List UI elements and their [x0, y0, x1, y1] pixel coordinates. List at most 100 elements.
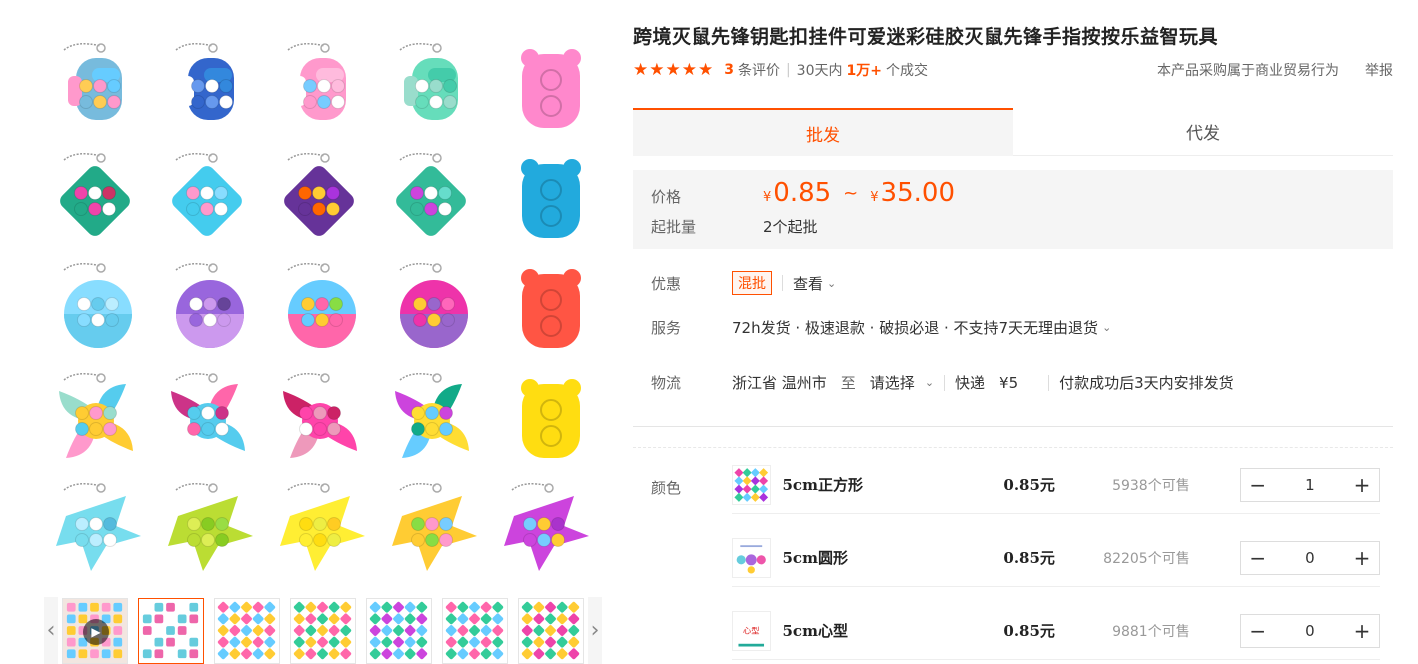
thumbnail-image[interactable]: [290, 597, 356, 664]
product-image-tile: [158, 146, 258, 246]
quantity-stepper: − 1 +: [1239, 467, 1380, 502]
increment-button[interactable]: +: [1345, 615, 1379, 647]
product-image-tile: [270, 146, 370, 246]
play-video-icon[interactable]: ▶: [83, 618, 109, 645]
thumbnail-image[interactable]: [442, 597, 508, 664]
decrement-button[interactable]: −: [1241, 469, 1275, 501]
rating-stars-icon: ★★★★★: [633, 60, 715, 80]
ship-note: 付款成功后3天内安排发货: [1059, 374, 1234, 392]
product-image-tile: [46, 476, 146, 576]
product-image-tile: [382, 256, 482, 356]
variant-thumbnail[interactable]: [732, 464, 771, 505]
decrement-button[interactable]: −: [1241, 615, 1275, 647]
mixed-batch-badge: 混批: [732, 271, 772, 295]
thumbnail-image[interactable]: [366, 597, 432, 664]
ship-method: 快递: [955, 374, 986, 392]
tab-wholesale[interactable]: 批发: [633, 108, 1013, 156]
quantity-input[interactable]: 0: [1305, 622, 1315, 640]
trade-note: 本产品采购属于商业贸易行为: [1157, 63, 1339, 79]
ship-fee: ¥5: [999, 373, 1019, 392]
logistics-divider: [944, 374, 946, 391]
product-image-tile: [382, 366, 482, 466]
review-label[interactable]: 条评价: [738, 60, 780, 80]
price-tilde: ~: [843, 183, 859, 204]
increment-button[interactable]: +: [1345, 542, 1379, 574]
product-image-tile: [158, 366, 258, 466]
variant-name: 5cm心型: [782, 622, 848, 640]
product-image-tile: [270, 256, 370, 356]
product-image-tile: [382, 476, 482, 576]
price-high: 35.00: [880, 178, 955, 208]
purchase-mode-tabs: 批发 代发: [633, 108, 1393, 156]
variant-name: 5cm正方形: [782, 476, 863, 494]
service-row[interactable]: 72h发货 · 极速退款 · 破损必退 · 不支持7天无理由退货 ⌄: [732, 317, 1111, 338]
variant-row: 心型 5cm心型 0.85元 9881个可售 − 0 +: [732, 602, 1380, 660]
moq-label: 起批量: [651, 218, 697, 236]
report-link[interactable]: 举报: [1365, 60, 1393, 80]
logistics-divider: [1048, 374, 1050, 391]
product-image-tile: [382, 146, 482, 246]
variant-stock: 9881个可售: [1112, 623, 1190, 640]
chevron-down-icon: ⌄: [1102, 321, 1112, 334]
ship-to-label: 至: [840, 374, 856, 392]
product-image-tile: [158, 476, 258, 576]
thumbnail-prev-button[interactable]: ‹: [44, 597, 58, 664]
product-title: 跨境灭鼠先锋钥匙扣挂件可爱迷彩硅胶灭鼠先锋手指按按乐益智玩具: [633, 26, 1219, 48]
price-low: 0.85: [773, 178, 832, 208]
product-image-tile: [270, 476, 370, 576]
variant-price: 0.85元: [1003, 549, 1055, 567]
thumbnail-list: ▶: [58, 597, 588, 664]
promo-label: 优惠: [651, 275, 682, 293]
service-label: 服务: [651, 319, 682, 337]
quantity-input[interactable]: 1: [1305, 476, 1315, 494]
variant-color-label: 颜色: [651, 479, 682, 497]
round-variant-icon: [733, 539, 770, 576]
variant-thumbnail[interactable]: [732, 537, 771, 578]
product-image-tile: [270, 366, 370, 466]
variant-row: 5cm正方形 0.85元 5938个可售 − 1 +: [732, 456, 1380, 514]
quantity-stepper: − 0 +: [1239, 613, 1380, 648]
promo-view-link[interactable]: 查看: [793, 273, 823, 294]
tab-dropship[interactable]: 代发: [1013, 108, 1393, 156]
price-label: 价格: [651, 188, 682, 206]
square-variant-icon: [733, 466, 770, 503]
product-image-tile: [494, 36, 594, 136]
logistics-row: 浙江省 温州市 至 请选择 ⌄ 快递 ¥5 付款成功后3天内安排发货: [732, 372, 1234, 393]
variant-row: 5cm圆形 0.85元 82205个可售 − 0 +: [732, 529, 1380, 587]
thumbnail-image[interactable]: [138, 597, 204, 664]
product-image-tile: [382, 36, 482, 136]
currency-symbol: ¥: [763, 190, 772, 205]
product-image-tile: [158, 256, 258, 356]
section-divider: [633, 426, 1393, 427]
heart-variant-icon: 心型: [733, 612, 770, 649]
main-product-image[interactable]: [40, 30, 600, 578]
thumbnail-image[interactable]: [214, 597, 280, 664]
price-panel: 价格 ¥0.85 ~ ¥35.00 起批量 2个起批: [633, 170, 1393, 249]
increment-button[interactable]: +: [1345, 469, 1379, 501]
variant-stock: 5938个可售: [1112, 477, 1190, 494]
product-image-tile: [494, 256, 594, 356]
thumbnail-image[interactable]: [518, 597, 584, 664]
review-count[interactable]: 3: [724, 62, 734, 78]
logistics-label: 物流: [651, 374, 682, 392]
service-value: 72h发货 · 极速退款 · 破损必退 · 不支持7天无理由退货: [732, 319, 1099, 337]
variant-thumbnail[interactable]: 心型: [732, 610, 771, 651]
heart-variant-text: 心型: [743, 625, 759, 635]
product-image-tile: [46, 366, 146, 466]
product-image-tile: [46, 146, 146, 246]
variant-stock: 82205个可售: [1103, 550, 1190, 567]
thumbnail-strip: ‹ ▶ ›: [44, 597, 602, 664]
price-range: ¥0.85 ~ ¥35.00: [763, 178, 955, 208]
section-divider-dashed: [633, 447, 1393, 448]
product-image-tile: [46, 36, 146, 136]
chevron-down-icon: ⌄: [924, 376, 935, 389]
decrement-button[interactable]: −: [1241, 542, 1275, 574]
quantity-input[interactable]: 0: [1305, 549, 1315, 567]
promo-divider: [782, 275, 783, 291]
product-page: ‹ ▶ › 跨境灭鼠先锋钥匙扣挂件可爱迷彩硅胶灭鼠先锋手指按按乐益智玩具 ★★★…: [0, 0, 1418, 664]
chevron-down-icon: ⌄: [827, 276, 837, 290]
thumbnail-image[interactable]: ▶: [62, 597, 128, 664]
destination-select[interactable]: 请选择: [870, 372, 915, 393]
thumbnail-next-button[interactable]: ›: [588, 597, 602, 664]
product-stats: ★★★★★ 3 条评价 | 30天内 1万+ 个成交 本产品采购属于商业贸易行为…: [633, 60, 1393, 80]
